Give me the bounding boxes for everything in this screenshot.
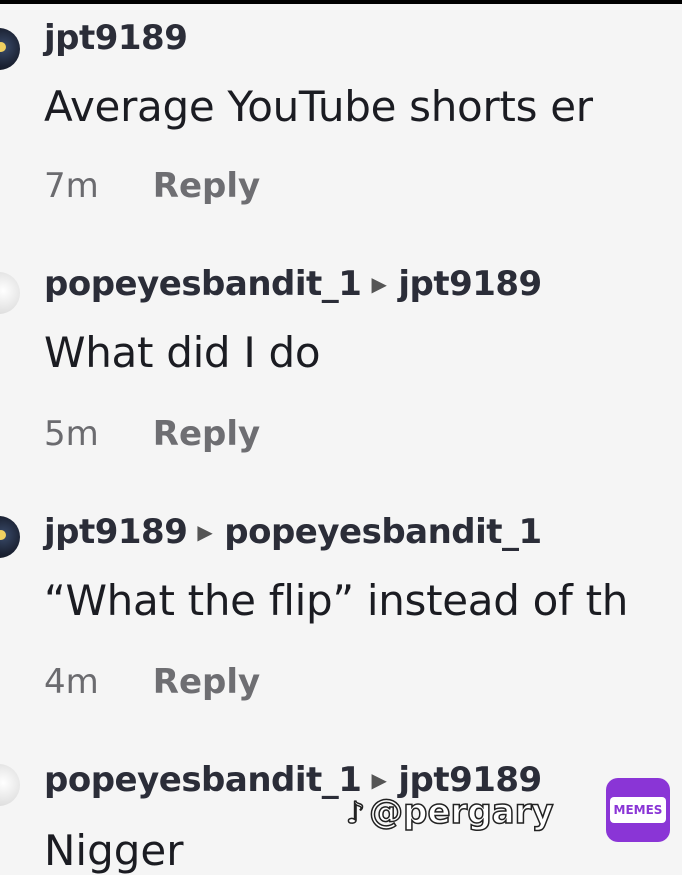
avatar[interactable] — [0, 28, 20, 70]
comment-author[interactable]: jpt9189 — [44, 18, 188, 58]
comment-time: 5m — [44, 414, 99, 454]
reply-button[interactable]: Reply — [153, 662, 260, 702]
comment-header: popeyesbandit_1 ▶ jpt9189 — [44, 264, 542, 304]
reply-button[interactable]: Reply — [153, 166, 260, 206]
reply-button[interactable]: Reply — [153, 414, 260, 454]
comment-time: 7m — [44, 166, 99, 206]
avatar[interactable] — [0, 764, 20, 806]
comment-author[interactable]: popeyesbandit_1 — [44, 264, 362, 304]
top-edge-bar — [0, 0, 682, 4]
comment-text: Average YouTube shorts er — [44, 82, 593, 131]
comment-header: jpt9189 ▶ popeyesbandit_1 — [44, 512, 542, 552]
reply-arrow-icon: ▶ — [197, 520, 213, 544]
reply-arrow-icon: ▶ — [371, 768, 387, 792]
watermark-handle: @pergary — [368, 791, 554, 833]
comment-meta: 5m Reply — [44, 414, 260, 454]
memes-badge-label: MEMES — [609, 797, 667, 823]
comment-meta: 4m Reply — [44, 662, 260, 702]
reply-arrow-icon: ▶ — [371, 272, 387, 296]
reply-to-user[interactable]: jpt9189 — [398, 264, 542, 304]
tiktok-logo-icon: ♪ — [345, 795, 366, 832]
comment-author[interactable]: jpt9189 — [44, 512, 188, 552]
comment-author[interactable]: popeyesbandit_1 — [44, 760, 362, 800]
comment-text: Nigger — [44, 826, 184, 875]
comment-header: jpt9189 — [44, 18, 188, 58]
memes-badge: MEMES — [606, 778, 670, 842]
watermark: ♪ @pergary — [345, 791, 554, 833]
avatar[interactable] — [0, 516, 20, 558]
avatar[interactable] — [0, 272, 20, 314]
comment-text: “What the flip” instead of th — [44, 576, 629, 625]
comment-time: 4m — [44, 662, 99, 702]
reply-to-user[interactable]: popeyesbandit_1 — [224, 512, 542, 552]
comment-meta: 7m Reply — [44, 166, 260, 206]
comment-text: What did I do — [44, 328, 321, 377]
